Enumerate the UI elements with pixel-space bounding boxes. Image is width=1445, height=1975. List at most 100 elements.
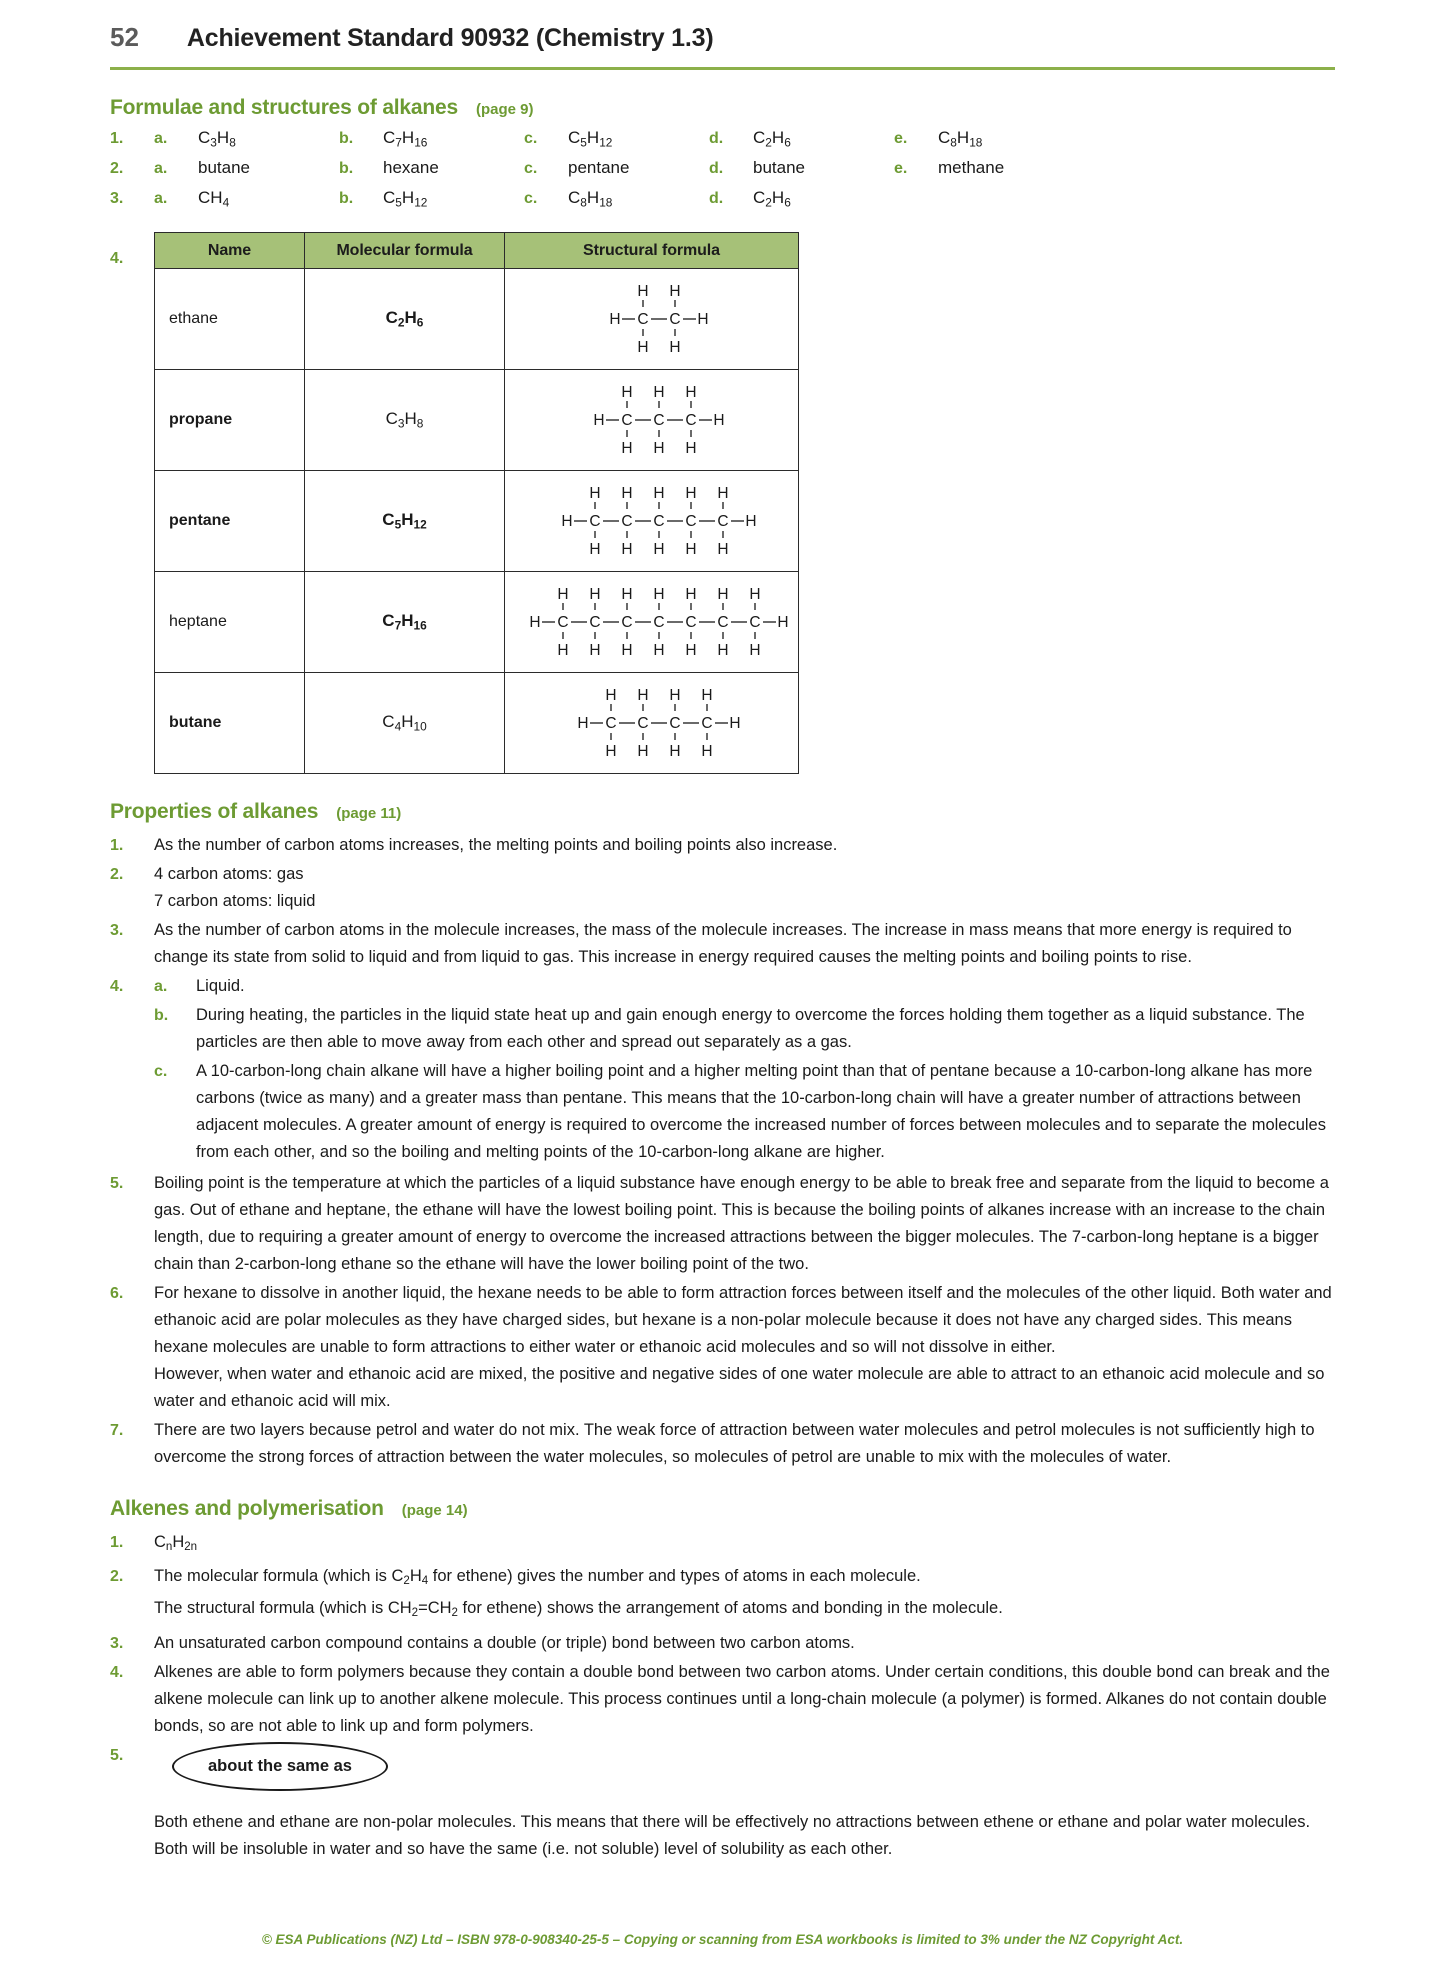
answer-list-item: 3. An unsaturated carbon compound contain… [110, 1630, 1445, 1657]
answer-number: 1. [110, 837, 124, 854]
answer-text: CnH2n [154, 1533, 198, 1554]
svg-text:H: H [561, 513, 572, 530]
page-header: 52 Achievement Standard 90932 (Chemistry… [0, 0, 1445, 53]
answer-list-item: 1. CnH2n [110, 1529, 1445, 1561]
svg-text:H: H [529, 614, 540, 631]
svg-text:H: H [653, 485, 664, 502]
cell-structural-formula: HHCHHCHHCHHCHH [504, 672, 799, 774]
svg-text:C: C [653, 614, 664, 631]
answer-letter: a. [154, 978, 168, 995]
answer-text: As the number of carbon atoms in the mol… [154, 921, 1292, 966]
answer-item: d. C2H6 [709, 128, 894, 149]
svg-text:H: H [621, 586, 632, 603]
answer-paragraph: Both ethene and ethane are non-polar mol… [154, 1812, 1311, 1858]
cell-molecular-formula: C3H8 [304, 369, 505, 471]
table-row: heptane C7H16 H H C H H C H H C H H C H H C H H C H H C H H [154, 571, 799, 673]
svg-text:H: H [589, 541, 600, 558]
cell-structural-formula: HHCHHCHHCHH [504, 369, 799, 471]
molecule-diagram: HHCHHCHH [505, 275, 798, 363]
answer-number: 7. [110, 1422, 124, 1439]
answer-letter: c. [524, 130, 538, 147]
answer-text: Alkenes are able to form polymers becaus… [154, 1662, 1330, 1735]
svg-text:H: H [713, 412, 724, 429]
answer-list-item: 2. 4 carbon atoms: gas 7 carbon atoms: liq… [110, 861, 1445, 915]
svg-text:H: H [621, 485, 632, 502]
answer-letter: a. [154, 190, 168, 207]
answer-text: An unsaturated carbon compound contains … [154, 1633, 855, 1652]
svg-text:H: H [669, 687, 680, 704]
cell-name: ethane [154, 268, 305, 370]
cell-name: heptane [154, 571, 305, 673]
section-title: Alkenes and polymerisation [110, 1497, 384, 1520]
svg-text:H: H [701, 743, 712, 760]
svg-text:C: C [589, 614, 600, 631]
svg-text:H: H [577, 715, 588, 732]
svg-text:H: H [593, 412, 604, 429]
answer-number: 2. [110, 160, 124, 177]
table-row: ethane C2H6 H H C H H C H H [154, 268, 799, 370]
answer-text: 4 carbon atoms: gas 7 carbon atoms: liqui… [154, 861, 315, 915]
structural-formula-svg: H HCHHCHHCHHCHH [577, 687, 740, 760]
svg-text:H: H [669, 283, 680, 300]
answer-paragraph: 7 carbon atoms: liquid [154, 892, 316, 910]
formulae-answer-row: 2. a. butane b. hexane c. pentane d. butane e. met… [110, 158, 1445, 188]
svg-text:H: H [749, 642, 760, 659]
cell-molecular-formula: C5H12 [304, 470, 505, 572]
svg-text:C: C [701, 715, 712, 732]
svg-text:C: C [621, 614, 632, 631]
answer-list-item: 5. about the same as Both ethene and ethan… [110, 1741, 1445, 1863]
svg-text:H: H [717, 485, 728, 502]
svg-text:H: H [605, 743, 616, 760]
svg-text:H: H [685, 586, 696, 603]
answer-item: a. butane [154, 158, 339, 178]
answer-list-item: 7. There are two layers because petrol an… [110, 1417, 1445, 1471]
structural-formula-svg: H HCHHCHH [609, 283, 708, 356]
structural-formula-svg: H HCHHCHHCHHCHHCHHCHHCHH [529, 586, 788, 659]
answer-number: 1. [110, 1534, 124, 1551]
answer-number: 3. [110, 922, 124, 939]
answer-list-item: 6. For hexane to dissolve in another liqu… [110, 1280, 1445, 1415]
svg-text:H: H [589, 485, 600, 502]
answer-value: hexane [383, 158, 439, 177]
svg-text:C: C [685, 614, 696, 631]
answer-sub-list: a. Liquid. b. During heating, the particles… [154, 973, 1339, 1168]
section-title: Formulae and structures of alkanes [110, 96, 458, 119]
cell-name: butane [154, 672, 305, 774]
cell-molecular-formula: C7H16 [304, 571, 505, 673]
answer-sub-item: b. During heating, the particles in the l… [154, 1002, 1339, 1056]
svg-text:H: H [621, 384, 632, 401]
table-row: butane C4H10 H H C H H C H H C H H C H H [154, 672, 799, 774]
svg-text:H: H [653, 541, 664, 558]
answer-item: b. hexane [339, 158, 524, 178]
answer-list-item: 4. Alkenes are able to form polymers beca… [110, 1659, 1445, 1740]
answer-letter: b. [339, 190, 354, 207]
svg-text:H: H [653, 642, 664, 659]
answer-number: 4. [110, 1663, 124, 1681]
svg-text:H: H [685, 485, 696, 502]
svg-text:H: H [605, 687, 616, 704]
answer-value: pentane [568, 158, 630, 177]
molecule-diagram: HHCHHCHHCHH [505, 376, 798, 464]
cell-molecular-formula: C2H6 [304, 268, 505, 370]
svg-text:H: H [685, 642, 696, 659]
molecule-diagram: HHCHHCHHCHHCHH [505, 679, 798, 767]
answer-value: C2H6 [753, 128, 791, 150]
svg-text:H: H [701, 687, 712, 704]
section-page-ref: (page 11) [336, 805, 402, 822]
answer-value: CH4 [198, 188, 230, 210]
svg-text:H: H [653, 586, 664, 603]
page-number: 52 [110, 22, 139, 52]
svg-text:H: H [745, 513, 756, 530]
answer-item: a. CH4 [154, 188, 339, 209]
section-heading-properties: Properties of alkanes (page 11) [110, 800, 1445, 824]
svg-text:H: H [729, 715, 740, 732]
svg-text:C: C [653, 513, 664, 530]
answer-item: d. C2H6 [709, 188, 894, 209]
answer-sub-item: a. Liquid. [154, 973, 1339, 1000]
answer-item: e. methane [894, 158, 1004, 178]
svg-text:H: H [685, 440, 696, 457]
page-title: Achievement Standard 90932 (Chemistry 1.… [186, 24, 714, 52]
answer-letter: d. [709, 190, 724, 207]
answer-number: 6. [110, 1285, 124, 1302]
svg-text:H: H [717, 541, 728, 558]
